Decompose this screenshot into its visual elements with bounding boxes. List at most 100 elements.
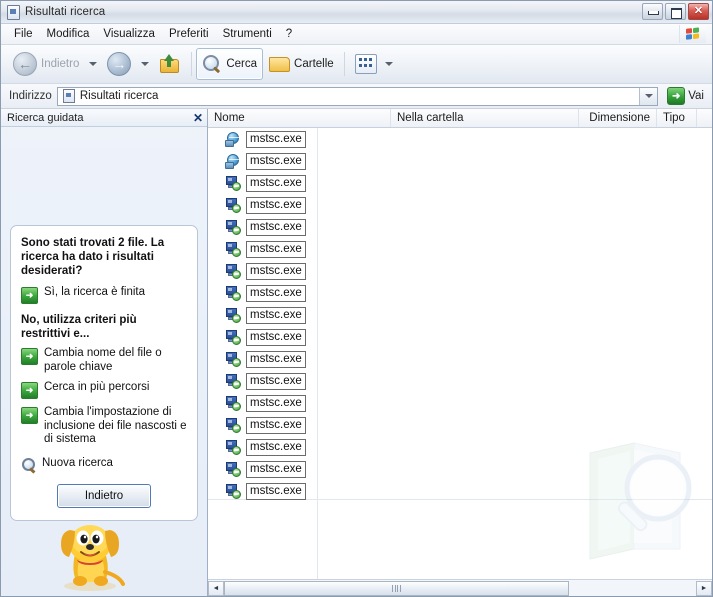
scrollbar-grip-icon	[392, 584, 401, 592]
maximize-button[interactable]	[665, 3, 686, 20]
forward-arrow-icon: →	[107, 52, 132, 76]
scrollbar-track[interactable]	[224, 580, 696, 596]
magnifier-icon	[21, 457, 36, 474]
file-name-label[interactable]: mstsc.exe	[246, 438, 306, 456]
results-list: mstsc.exe mstsc.exe mstsc.exe mstsc.exe msts…	[208, 128, 712, 579]
forward-dropdown-icon[interactable]	[141, 62, 150, 66]
table-row[interactable]: mstsc.exe	[208, 172, 712, 194]
close-icon: ✕	[693, 5, 704, 17]
file-name-label[interactable]: mstsc.exe	[246, 218, 306, 236]
file-name-label[interactable]: mstsc.exe	[246, 460, 306, 478]
file-name-label[interactable]: mstsc.exe	[246, 130, 306, 148]
file-name-label[interactable]: mstsc.exe	[246, 240, 306, 258]
close-icon[interactable]: ✕	[193, 112, 203, 124]
back-arrow-icon: ←	[13, 52, 37, 76]
table-row[interactable]: mstsc.exe	[208, 480, 712, 502]
option-new-search[interactable]: Nuova ricerca	[21, 457, 187, 474]
search-assistant-balloon: Sono stati trovati 2 file. La ricerca ha…	[10, 225, 198, 521]
option-search-finished[interactable]: ➜ Sì, la ricerca è finita	[21, 286, 187, 304]
menu-strumenti[interactable]: Strumenti	[216, 26, 279, 42]
table-row[interactable]: mstsc.exe	[208, 216, 712, 238]
table-row[interactable]: mstsc.exe	[208, 260, 712, 282]
remote-desktop-monitor-icon	[225, 417, 241, 433]
remote-desktop-monitor-icon	[225, 197, 241, 213]
file-name-label[interactable]: mstsc.exe	[246, 372, 306, 390]
search-result-question: Sono stati trovati 2 file. La ricerca ha…	[21, 237, 165, 277]
search-button-label: Cerca	[226, 58, 258, 70]
scroll-right-button[interactable]: ►	[696, 580, 712, 596]
table-row[interactable]: mstsc.exe	[208, 150, 712, 172]
file-name-label[interactable]: mstsc.exe	[246, 152, 306, 170]
green-arrow-icon: ➜	[21, 287, 38, 304]
menu-modifica[interactable]: Modifica	[40, 26, 97, 42]
file-name-label[interactable]: mstsc.exe	[246, 394, 306, 412]
option-change-filename[interactable]: ➜ Cambia nome del file o parole chiave	[21, 347, 187, 374]
table-row[interactable]: mstsc.exe	[208, 458, 712, 480]
table-row[interactable]: mstsc.exe	[208, 194, 712, 216]
table-row[interactable]: mstsc.exe	[208, 282, 712, 304]
address-dropdown-button[interactable]	[639, 87, 658, 105]
scroll-left-button[interactable]: ◄	[208, 580, 224, 596]
file-name-label[interactable]: mstsc.exe	[246, 306, 306, 324]
file-name-label[interactable]: mstsc.exe	[246, 284, 306, 302]
file-name-label[interactable]: mstsc.exe	[246, 262, 306, 280]
file-name-label[interactable]: mstsc.exe	[246, 416, 306, 434]
close-button[interactable]: ✕	[688, 3, 709, 20]
address-input[interactable]: Risultati ricerca	[56, 86, 659, 106]
column-header-dimensione[interactable]: Dimensione	[579, 109, 657, 127]
column-header-row: Nome Nella cartella Dimensione Tipo	[208, 109, 712, 128]
views-button[interactable]	[349, 48, 403, 80]
windows-flag-icon	[679, 25, 706, 43]
search-pane-content: Sono stati trovati 2 file. La ricerca ha…	[1, 127, 207, 596]
up-button[interactable]	[153, 48, 187, 80]
scrollbar-thumb[interactable]	[224, 580, 569, 596]
table-row[interactable]: mstsc.exe	[208, 436, 712, 458]
table-row[interactable]: mstsc.exe	[208, 348, 712, 370]
table-row[interactable]: mstsc.exe	[208, 128, 712, 150]
back-button-pane[interactable]: Indietro	[57, 483, 151, 508]
table-row[interactable]: mstsc.exe	[208, 414, 712, 436]
green-arrow-icon: ➜	[21, 382, 38, 399]
search-button[interactable]: Cerca	[196, 48, 264, 80]
table-row[interactable]: mstsc.exe	[208, 238, 712, 260]
back-dropdown-icon[interactable]	[89, 62, 98, 66]
table-row[interactable]: mstsc.exe	[208, 304, 712, 326]
horizontal-scrollbar[interactable]: ◄ ►	[208, 579, 712, 596]
table-row[interactable]: mstsc.exe	[208, 370, 712, 392]
up-folder-icon	[159, 54, 181, 74]
search-results-window: Risultati ricerca ✕ File Modifica Visual…	[0, 0, 713, 597]
menu-file[interactable]: File	[7, 26, 40, 42]
window-controls: ✕	[642, 3, 709, 20]
back-button-label: Indietro	[41, 58, 80, 70]
minimize-button[interactable]	[642, 3, 663, 20]
folder-icon	[269, 55, 291, 73]
menu-help[interactable]: ?	[279, 26, 299, 42]
column-header-nella-cartella[interactable]: Nella cartella	[391, 109, 579, 127]
back-button[interactable]: ← Indietro	[7, 48, 85, 80]
views-dropdown-icon[interactable]	[384, 62, 393, 66]
results-list-pane: Nome Nella cartella Dimensione Tipo msts…	[208, 109, 712, 596]
menu-preferiti[interactable]: Preferiti	[162, 26, 216, 42]
forward-button[interactable]: →	[101, 48, 137, 80]
file-name-label[interactable]: mstsc.exe	[246, 350, 306, 368]
file-name-label[interactable]: mstsc.exe	[246, 174, 306, 192]
magnifier-icon	[202, 54, 222, 74]
table-row[interactable]: mstsc.exe	[208, 392, 712, 414]
option-search-more-locations[interactable]: ➜ Cerca in più percorsi	[21, 381, 187, 399]
folders-button[interactable]: Cartelle	[263, 48, 340, 80]
search-pane-title: Ricerca guidata	[7, 111, 84, 124]
table-row[interactable]: mstsc.exe	[208, 326, 712, 348]
menu-visualizza[interactable]: Visualizza	[96, 26, 162, 42]
address-label: Indirizzo	[9, 90, 52, 102]
remote-desktop-monitor-icon	[225, 263, 241, 279]
option-hidden-system-files[interactable]: ➜ Cambia l'impostazione di inclusione de…	[21, 406, 187, 447]
go-button-label: Vai	[688, 90, 704, 102]
file-name-label[interactable]: mstsc.exe	[246, 482, 306, 500]
go-button[interactable]: ➜ Vai	[663, 87, 708, 105]
remote-desktop-globe-icon	[225, 153, 241, 169]
column-header-tipo[interactable]: Tipo	[657, 109, 697, 127]
column-header-nome[interactable]: Nome	[208, 109, 391, 127]
file-name-label[interactable]: mstsc.exe	[246, 328, 306, 346]
file-name-label[interactable]: mstsc.exe	[246, 196, 306, 214]
remote-desktop-monitor-icon	[225, 351, 241, 367]
